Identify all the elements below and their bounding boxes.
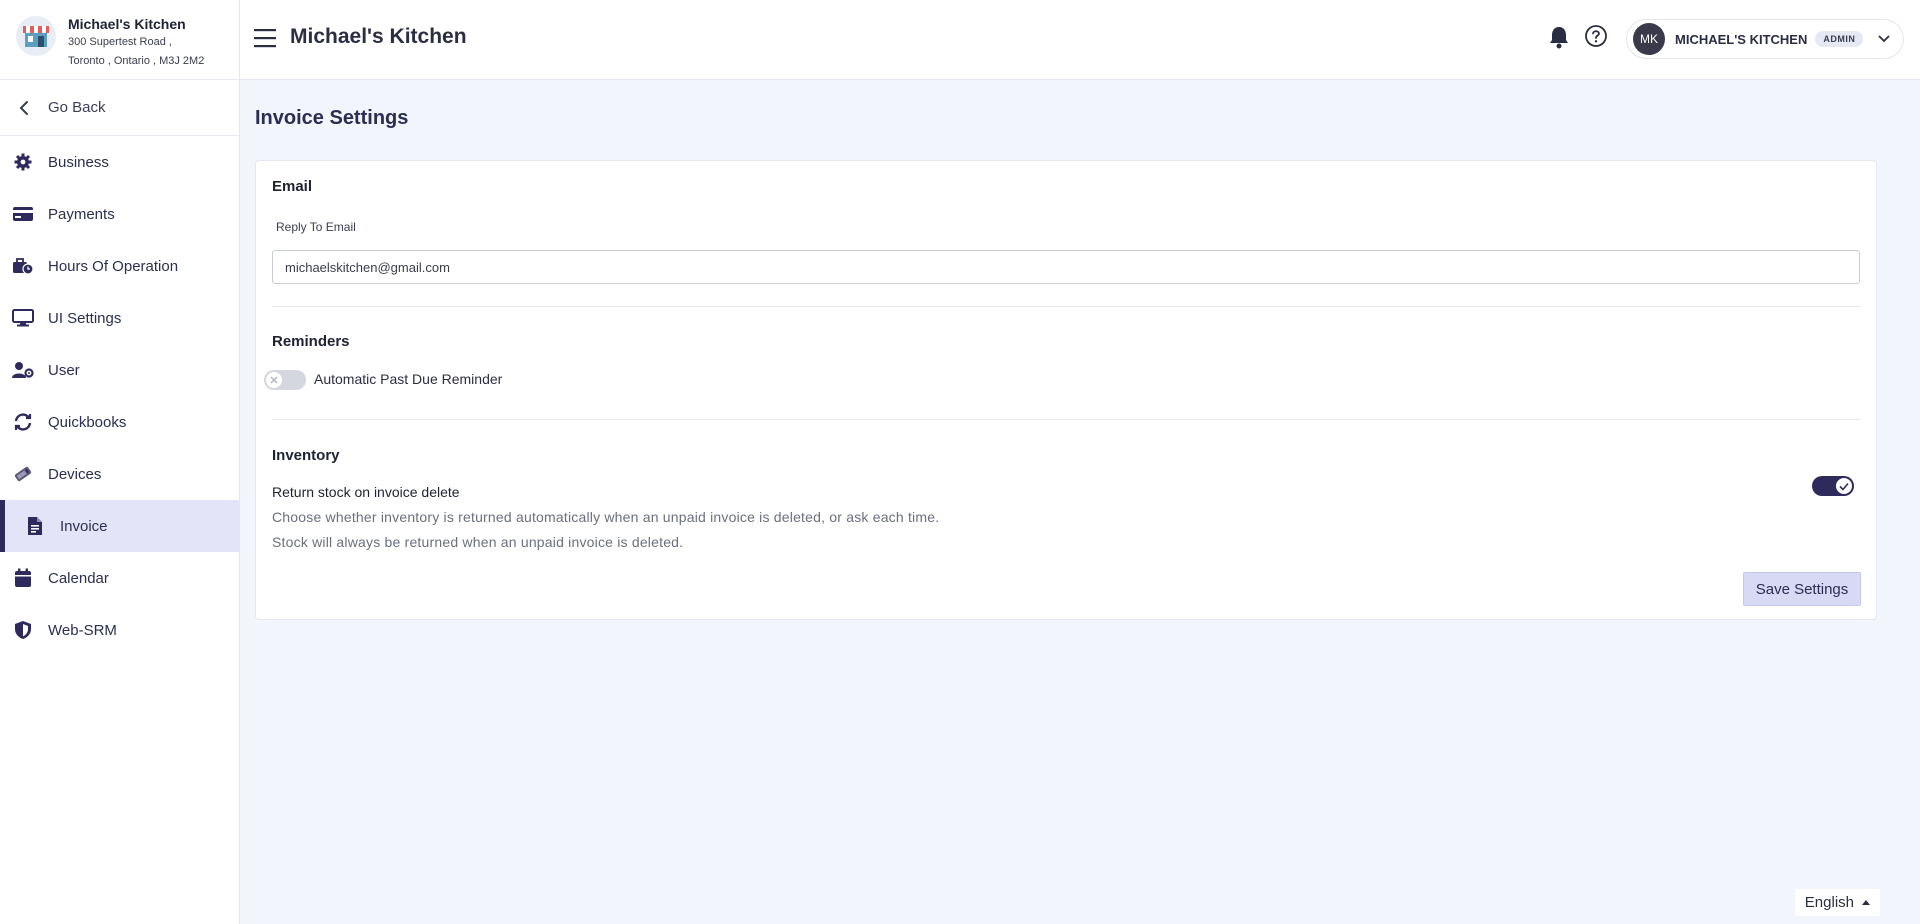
gear-icon bbox=[12, 151, 34, 173]
chevron-down-icon bbox=[1877, 30, 1891, 48]
return-stock-description: Choose whether inventory is returned aut… bbox=[272, 509, 940, 525]
sidebar-item-ui-settings[interactable]: UI Settings bbox=[0, 292, 239, 344]
reply-to-email-input[interactable] bbox=[272, 250, 1860, 284]
invoice-settings-card: Email Reply To Email Reminders Automatic… bbox=[255, 160, 1877, 620]
sync-icon bbox=[12, 411, 34, 433]
check-icon bbox=[1836, 478, 1852, 494]
credit-card-icon bbox=[12, 203, 34, 225]
sidebar-item-calendar[interactable]: Calendar bbox=[0, 552, 239, 604]
business-address-line2: Toronto , Ontario , M3J 2M2 bbox=[68, 55, 205, 67]
user-cog-icon bbox=[12, 359, 34, 381]
business-time-icon bbox=[12, 255, 34, 277]
sidebar-item-user[interactable]: User bbox=[0, 344, 239, 396]
store-icon bbox=[16, 16, 56, 56]
sidebar-item-quickbooks[interactable]: Quickbooks bbox=[0, 396, 239, 448]
return-stock-toggle[interactable] bbox=[1812, 476, 1854, 496]
user-name: MICHAEL'S KITCHEN bbox=[1675, 31, 1808, 47]
sidebar-item-label: Web-SRM bbox=[48, 621, 117, 639]
sidebar-item-label: User bbox=[48, 361, 80, 379]
return-stock-label: Return stock on invoice delete bbox=[272, 484, 460, 500]
sidebar-item-label: UI Settings bbox=[48, 309, 122, 327]
toggle-x-icon bbox=[266, 372, 282, 388]
sidebar-item-payments[interactable]: Payments bbox=[0, 188, 239, 240]
go-back-button[interactable]: Go Back bbox=[0, 80, 239, 136]
sidebar-item-label: Payments bbox=[48, 205, 115, 223]
sidebar-item-devices[interactable]: Devices bbox=[0, 448, 239, 500]
notification-bell-icon[interactable] bbox=[1548, 25, 1570, 54]
sidebar-item-label: Devices bbox=[48, 465, 102, 483]
sidebar-item-label: Calendar bbox=[48, 569, 109, 587]
business-address-line1: 300 Supertest Road , bbox=[68, 36, 172, 48]
reminders-section-title: Reminders bbox=[272, 333, 350, 350]
email-section-title: Email bbox=[272, 178, 313, 195]
device-icon bbox=[12, 463, 34, 485]
language-label: English bbox=[1804, 894, 1854, 911]
divider bbox=[272, 306, 1860, 307]
user-menu-button[interactable]: MK MICHAEL'S KITCHEN ADMIN bbox=[1626, 19, 1904, 59]
reply-to-email-label: Reply To Email bbox=[276, 220, 356, 234]
sidebar-item-hours[interactable]: Hours Of Operation bbox=[0, 240, 239, 292]
help-icon[interactable] bbox=[1584, 24, 1608, 53]
sidebar-item-business[interactable]: Business bbox=[0, 136, 239, 188]
past-due-reminder-label: Automatic Past Due Reminder bbox=[314, 371, 503, 387]
sidebar-item-label: Invoice bbox=[60, 517, 108, 535]
inventory-section-title: Inventory bbox=[272, 447, 340, 464]
return-stock-note: Stock will always be returned when an un… bbox=[272, 534, 684, 550]
main-content: Invoice Settings Email Reply To Email Re… bbox=[240, 80, 1920, 924]
top-bar: Michael's Kitchen MK MICHAEL'S KITCHEN A… bbox=[240, 0, 1920, 80]
calendar-icon bbox=[12, 567, 34, 589]
save-settings-button[interactable]: Save Settings bbox=[1743, 572, 1861, 606]
avatar: MK bbox=[1633, 23, 1665, 55]
caret-up-icon bbox=[1862, 900, 1870, 905]
chevron-left-icon bbox=[14, 100, 34, 116]
sidebar-item-web-srm[interactable]: Web-SRM bbox=[0, 604, 239, 656]
monitor-icon bbox=[12, 307, 34, 329]
page-title: Invoice Settings bbox=[255, 107, 409, 129]
shield-icon bbox=[12, 619, 34, 641]
language-selector[interactable]: English bbox=[1794, 889, 1880, 916]
go-back-label: Go Back bbox=[48, 99, 106, 116]
header-title: Michael's Kitchen bbox=[290, 25, 467, 48]
divider bbox=[272, 419, 1860, 420]
role-badge: ADMIN bbox=[1815, 31, 1864, 47]
sidebar-item-label: Quickbooks bbox=[48, 413, 127, 431]
sidebar: Michael's Kitchen 300 Supertest Road , T… bbox=[0, 0, 240, 924]
sidebar-item-invoice[interactable]: Invoice bbox=[0, 500, 239, 552]
invoice-icon bbox=[24, 515, 46, 537]
sidebar-item-label: Hours Of Operation bbox=[48, 257, 179, 275]
menu-icon[interactable] bbox=[254, 28, 276, 48]
business-name: Michael's Kitchen bbox=[68, 16, 186, 32]
sidebar-item-label: Business bbox=[48, 153, 109, 171]
business-header: Michael's Kitchen 300 Supertest Road , T… bbox=[0, 0, 239, 80]
past-due-reminder-toggle[interactable] bbox=[264, 370, 306, 390]
